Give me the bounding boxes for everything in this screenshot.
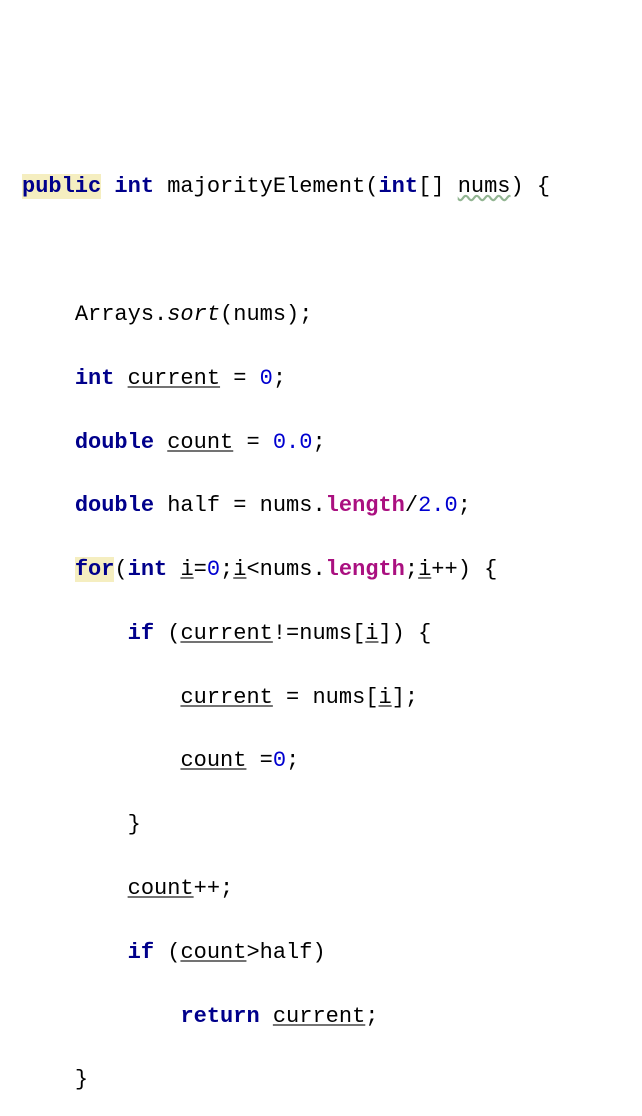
keyword-int: int [75,366,115,391]
code-line-8: if (current!=nums[i]) { [20,618,622,650]
var-count: count [180,748,246,773]
code-line-14: return current; [20,1001,622,1033]
indent [22,1067,75,1092]
code-line-12: count++; [20,873,622,905]
code-line-2 [20,235,622,267]
indent [22,940,128,965]
var-current: current [180,621,272,646]
method-name: majorityElement( [154,174,378,199]
keyword-return: return [180,1004,259,1029]
var-count: count [167,430,233,455]
indent [22,557,75,582]
keyword-if: if [128,621,154,646]
code-line-3: Arrays.sort(nums); [20,299,622,331]
indent [22,748,180,773]
code-line-7: for(int i=0;i<nums.length;i++) { [20,554,622,586]
indent [22,685,180,710]
indent [22,876,128,901]
indent [22,621,128,646]
var-i: i [180,557,193,582]
keyword-double: double [75,430,154,455]
method-sort: sort [167,302,220,327]
var-count: count [180,940,246,965]
number: 0.0 [273,430,313,455]
var-i: i [378,685,391,710]
var-i: i [233,557,246,582]
brace: } [75,1067,88,1092]
number: 2.0 [418,493,458,518]
keyword-for: for [75,557,115,582]
keyword-double: double [75,493,154,518]
keyword-int: int [114,174,154,199]
keyword-if: if [128,940,154,965]
number: 0 [273,748,286,773]
var-count: count [128,876,194,901]
var-i: i [418,557,431,582]
prop-length: length [326,557,405,582]
indent [22,493,75,518]
indent [22,430,75,455]
code-line-4: int current = 0; [20,363,622,395]
brace: } [128,812,141,837]
param-nums: nums [458,174,511,199]
keyword-int: int [128,557,168,582]
code-block: public int majorityElement(int[] nums) {… [20,140,622,1116]
code-line-11: } [20,809,622,841]
code-line-13: if (count>half) [20,937,622,969]
var-i: i [365,621,378,646]
rest: (nums); [220,302,312,327]
keyword-public: public [22,174,101,199]
code-line-1: public int majorityElement(int[] nums) { [20,171,622,203]
number: 0 [207,557,220,582]
indent [22,366,75,391]
code-line-9: current = nums[i]; [20,682,622,714]
var-current: current [273,1004,365,1029]
code-line-10: count =0; [20,745,622,777]
code-line-6: double half = nums.length/2.0; [20,490,622,522]
indent [22,1004,180,1029]
number: 0 [260,366,273,391]
code-line-5: double count = 0.0; [20,427,622,459]
indent [22,302,75,327]
paren-close: ) { [511,174,551,199]
brackets: [] [418,174,458,199]
code-line-15: } [20,1064,622,1096]
prop-length: length [326,493,405,518]
indent [22,812,128,837]
var-current: current [180,685,272,710]
keyword-int: int [378,174,418,199]
class-arrays: Arrays. [75,302,167,327]
var-current: current [128,366,220,391]
